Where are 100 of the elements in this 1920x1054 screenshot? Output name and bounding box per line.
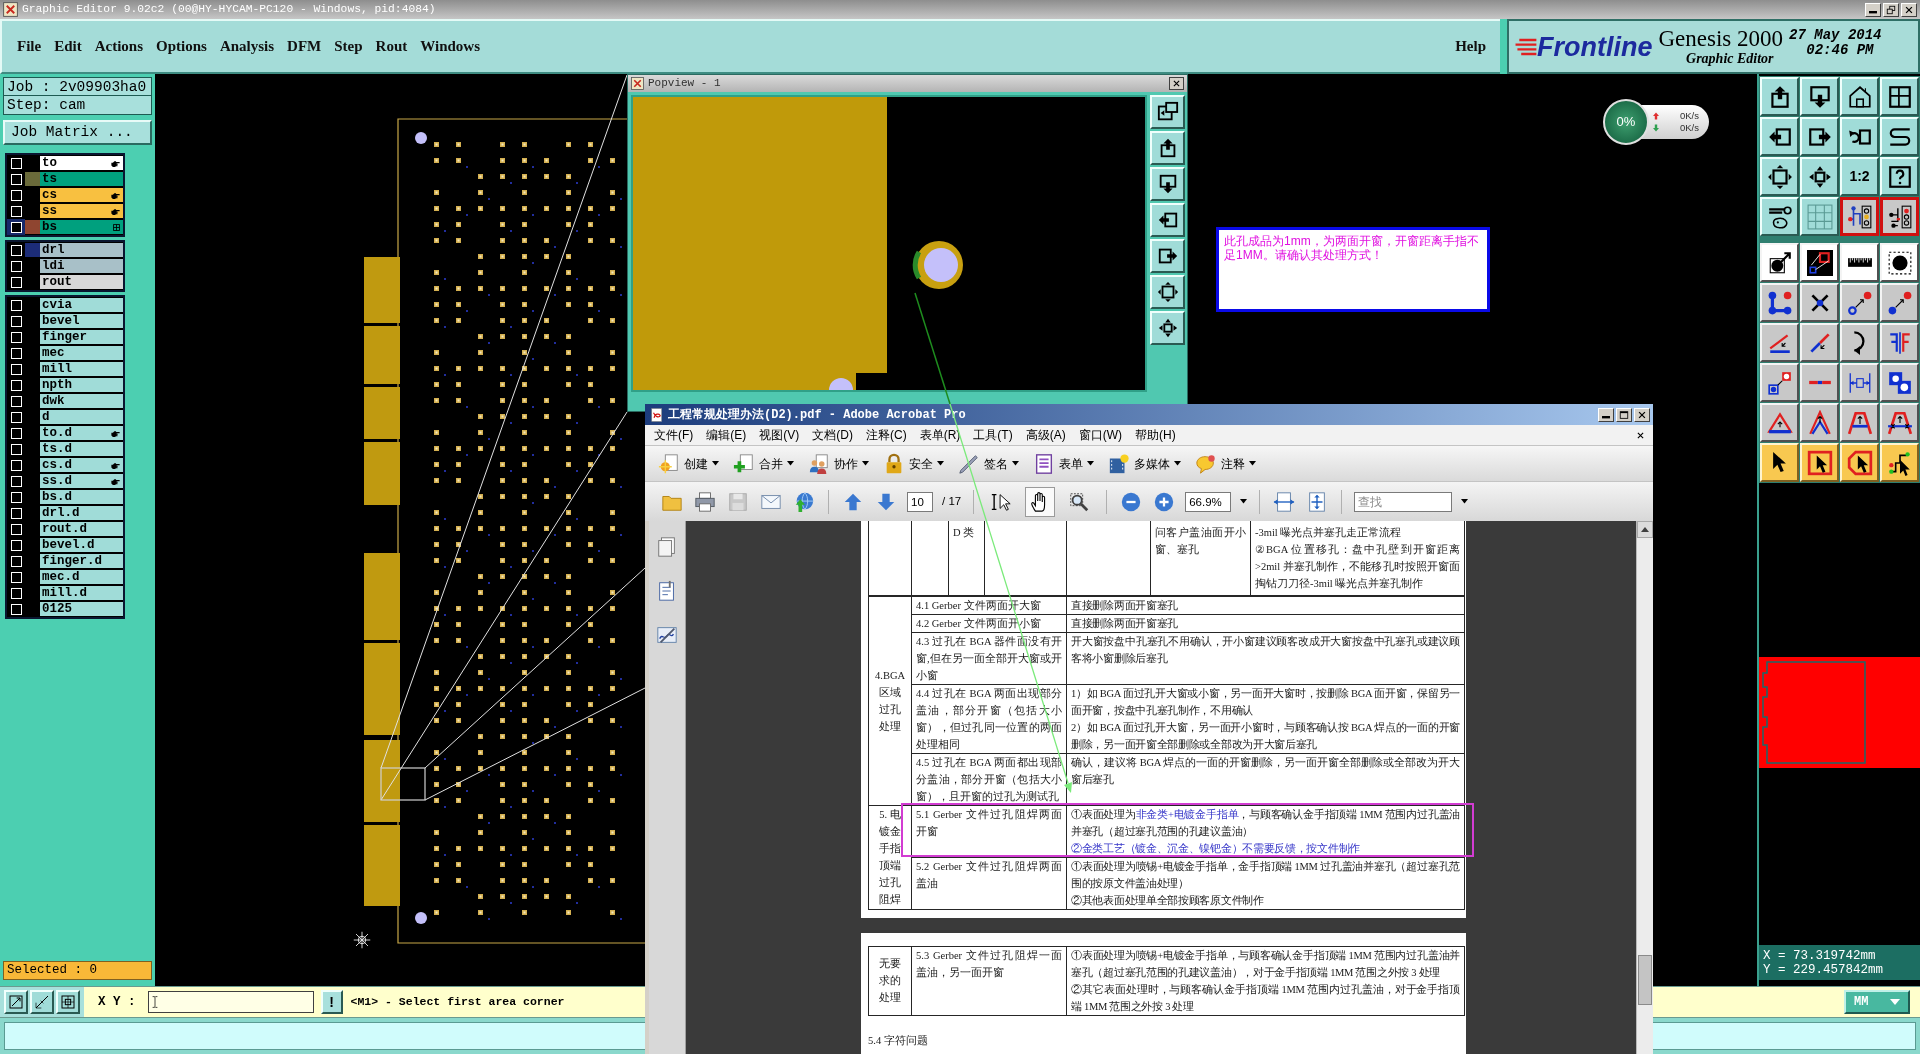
view-button[interactable] (1150, 203, 1185, 237)
layer-name[interactable]: ts.d (40, 442, 123, 456)
menu-item[interactable]: 表单(R) (919, 425, 961, 445)
layer-checkbox[interactable] (10, 276, 22, 288)
task-button[interactable]: 多媒体 (1103, 448, 1186, 479)
task-button[interactable]: 合并 (728, 448, 799, 479)
menu-item[interactable]: 窗口(W) (1078, 425, 1122, 445)
layer-checkbox[interactable] (10, 507, 22, 519)
layer-checkbox[interactable] (10, 555, 22, 567)
layer-checkbox[interactable] (10, 475, 22, 487)
layer-checkbox[interactable] (10, 205, 22, 217)
layer-checkbox[interactable] (10, 347, 22, 359)
layer-name[interactable]: rout (40, 275, 123, 289)
layer-checkbox[interactable] (10, 173, 22, 185)
layer-name[interactable]: mec (40, 346, 123, 360)
layer-name[interactable]: ss.d (40, 474, 123, 488)
menu-item[interactable]: DFM (287, 35, 322, 58)
menu-item[interactable]: Edit (54, 35, 82, 58)
layer-name[interactable]: bs.d (40, 490, 123, 504)
task-button[interactable]: 安全 (878, 448, 949, 479)
menu-item[interactable]: Windows (420, 35, 480, 58)
layer-name[interactable]: ldi (40, 259, 123, 273)
view-button[interactable] (1150, 167, 1185, 201)
view-button[interactable] (1150, 239, 1185, 273)
layer-checkbox[interactable] (10, 157, 22, 169)
layer-name[interactable]: to (40, 156, 123, 170)
layer-name[interactable]: ss (40, 204, 123, 218)
layer-name[interactable]: to.d (40, 426, 123, 440)
layer-name[interactable]: cs.d (40, 458, 123, 472)
view-button[interactable] (1150, 95, 1185, 129)
toolbar-button[interactable] (1272, 489, 1297, 514)
layer-name[interactable]: d (40, 410, 123, 424)
toolbar-button[interactable] (693, 489, 717, 514)
minimize-button[interactable] (1598, 407, 1614, 422)
scroll-up-button[interactable] (1637, 521, 1653, 538)
layer-checkbox[interactable] (10, 427, 22, 439)
menu-item[interactable]: Actions (94, 35, 143, 58)
layer-checkbox[interactable] (10, 299, 22, 311)
maximize-button[interactable] (1616, 407, 1632, 422)
view-button[interactable] (1150, 131, 1185, 165)
layer-checkbox[interactable] (10, 244, 22, 256)
signatures-panel-button[interactable] (656, 624, 678, 646)
view-button[interactable] (1150, 311, 1185, 345)
layer-name[interactable]: drl (40, 243, 123, 257)
menu-item[interactable]: 文件(F) (654, 425, 694, 445)
layer-row[interactable]: bs (7, 219, 123, 235)
layer-checkbox[interactable] (10, 379, 22, 391)
layer-checkbox[interactable] (10, 315, 22, 327)
layer-name[interactable]: bevel.d (40, 538, 123, 552)
search-field[interactable]: 查找 (1354, 491, 1453, 512)
layer-name[interactable]: mill.d (40, 586, 123, 600)
menu-item[interactable]: 高级(A) (1025, 425, 1066, 445)
task-button[interactable]: 创建 (653, 448, 724, 479)
task-button[interactable]: 注释 (1190, 448, 1261, 479)
layer-name[interactable]: mec.d (40, 570, 123, 584)
tool-button[interactable] (1840, 197, 1879, 236)
close-button[interactable] (1169, 77, 1184, 90)
layer-name[interactable]: bs (40, 220, 123, 234)
layer-checkbox[interactable] (10, 539, 22, 551)
layer-name[interactable]: drl.d (40, 506, 123, 520)
menu-item[interactable]: Help (1455, 35, 1486, 58)
alert-button[interactable]: ! (320, 990, 343, 1014)
pages-panel-button[interactable] (656, 536, 678, 558)
layer-checkbox[interactable] (10, 411, 22, 423)
task-button[interactable]: 表单 (1028, 448, 1099, 479)
menu-item[interactable]: Rout (375, 35, 408, 58)
menu-item[interactable]: Options (156, 35, 207, 58)
menu-item[interactable]: 视图(V) (759, 425, 800, 445)
zoom-ratio-button[interactable]: 1:2 (1840, 157, 1879, 196)
layer-checkbox[interactable] (10, 603, 22, 615)
layer-name[interactable]: rout.d (40, 522, 123, 536)
layer-checkbox[interactable] (10, 189, 22, 201)
task-button[interactable]: 协作 (803, 448, 874, 479)
coordinate-input[interactable] (147, 991, 314, 1013)
layer-name[interactable]: bevel (40, 314, 123, 328)
layer-name[interactable]: mill (40, 362, 123, 376)
layer-name[interactable]: npth (40, 378, 123, 392)
layer-name[interactable]: finger (40, 330, 123, 344)
layer-checkbox[interactable] (10, 523, 22, 535)
layer-checkbox[interactable] (10, 395, 22, 407)
menu-item[interactable]: 文档(D) (812, 425, 853, 445)
layer-checkbox[interactable] (10, 443, 22, 455)
minimize-button[interactable] (1865, 2, 1881, 17)
layer-name[interactable]: 0125 (40, 602, 123, 616)
menu-item[interactable]: File (17, 35, 42, 58)
view-button[interactable] (1150, 275, 1185, 309)
page-number-field[interactable]: 10 (907, 491, 933, 512)
menu-item[interactable]: Step (334, 35, 363, 58)
layer-checkbox[interactable] (10, 221, 22, 233)
menu-item[interactable]: Analysis (219, 35, 275, 58)
layer-name[interactable]: dwk (40, 394, 123, 408)
menu-item[interactable]: 注释(C) (866, 425, 907, 445)
menu-item[interactable]: 编辑(E) (706, 425, 747, 445)
menu-item[interactable]: 帮助(H) (1135, 425, 1176, 445)
layer-name[interactable]: cvia (40, 298, 123, 312)
layer-name[interactable]: finger.d (40, 554, 123, 568)
scrollbar-thumb[interactable] (1638, 955, 1652, 1005)
layer-checkbox[interactable] (10, 587, 22, 599)
layer-checkbox[interactable] (10, 491, 22, 503)
zoom-field[interactable]: 66.9% (1185, 491, 1232, 512)
